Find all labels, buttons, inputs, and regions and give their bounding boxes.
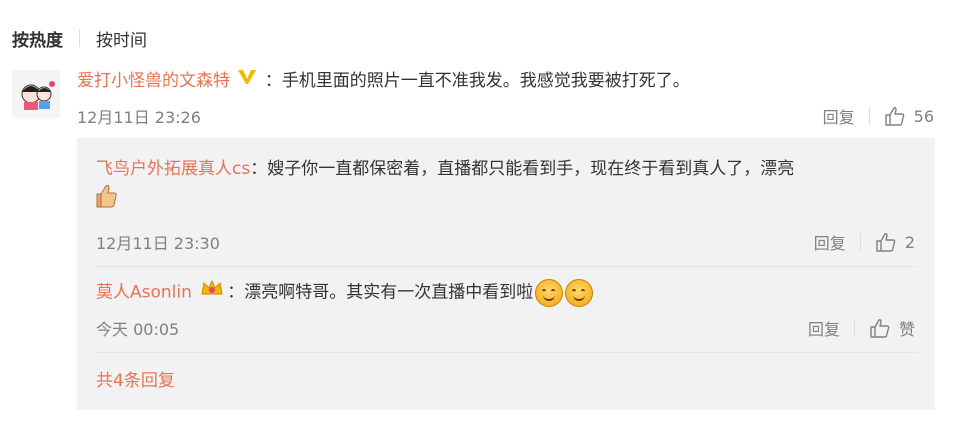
divider [868,107,870,125]
reply-username[interactable]: 飞鸟户外拓展真人cs [96,159,250,179]
reply-button[interactable]: 回复 [808,316,840,340]
like-button[interactable]: 2 [875,231,915,253]
like-count: 2 [904,232,915,252]
crown-badge-icon [199,278,225,307]
avatar-image [12,70,60,118]
more-replies-link[interactable]: 共4条回复 [96,366,175,391]
verified-v-icon [237,68,257,94]
reply-time: 今天 00:05 [96,320,180,339]
reply-actions: 回复 2 [814,230,915,254]
thumbs-up-icon [876,233,896,252]
smile-emoji [535,278,564,307]
reply-list: 飞鸟户外拓展真人cs：嫂子你一直都保密着，直播都只能看到手，现在终于看到真人了，… [77,138,935,410]
reply-username[interactable]: 莫人Asonlin [96,283,192,303]
reply-text: 嫂子你一直都保密着，直播都只能看到手，现在终于看到真人了，漂亮 [267,159,795,179]
comment-text: 手机里面的照片一直不准我发。我感觉我要被打死了。 [281,71,690,91]
reply-button[interactable]: 回复 [814,230,846,254]
divider [853,319,855,337]
smile-emoji [565,278,594,307]
reply-button[interactable]: 回复 [823,104,855,128]
reply-item: 飞鸟户外拓展真人cs：嫂子你一直都保密着，直播都只能看到手，现在终于看到真人了，… [96,155,917,218]
comment-separator: ： [264,71,282,91]
divider [96,266,917,267]
reply-text: 漂亮啊特哥。其实有一次直播中看到啦 [244,282,534,303]
sort-by-time[interactable]: 按时间 [96,26,147,51]
avatar[interactable] [12,70,60,118]
main-comment: 爱打小怪兽的文森特 ：手机里面的照片一直不准我发。我感觉我要被打死了。 [77,68,942,94]
thumbs-up-icon [884,107,904,126]
reply-separator: ： [250,159,268,179]
thumbs-up-emoji [96,183,118,218]
like-button[interactable]: 赞 [869,316,915,340]
divider [859,233,861,251]
comment-actions: 回复 56 [823,104,934,128]
sort-by-hot[interactable]: 按热度 [12,26,63,51]
reply-actions: 回复 赞 [808,316,915,340]
sort-bar: 按热度 按时间 [12,26,147,51]
comment-time: 12月11日 23:26 [77,108,201,127]
like-count: 56 [913,106,934,126]
thumbs-up-icon [870,319,890,338]
divider [96,352,917,353]
comment-username[interactable]: 爱打小怪兽的文森特 [77,71,230,91]
like-label: 赞 [898,320,915,339]
like-button[interactable]: 56 [884,105,934,127]
reply-item: 莫人Asonlin ：漂亮啊特哥。其实有一次直播中看到啦 [96,278,917,307]
reply-separator: ： [227,282,245,303]
divider [79,29,80,47]
reply-time: 12月11日 23:30 [96,234,220,253]
